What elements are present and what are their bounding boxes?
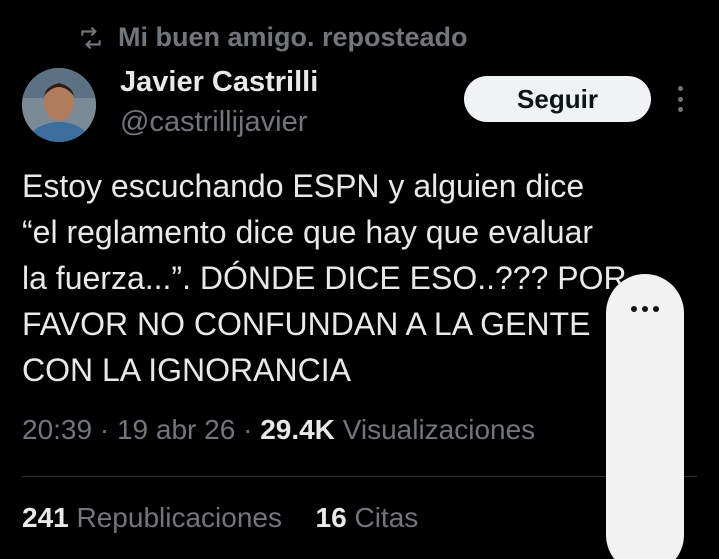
tweet-time[interactable]: 20:39: [22, 414, 92, 445]
floating-menu-panel[interactable]: [606, 274, 684, 559]
more-horizontal-icon[interactable]: [631, 306, 659, 314]
author-name[interactable]: Javier Castrilli: [120, 66, 318, 99]
tweet-detail: Mi buen amigo. reposteado Javier Castril…: [0, 0, 719, 559]
reposts-label: Republicaciones: [76, 502, 282, 533]
tweet-meta: 20:39 · 19 abr 26 · 29.4K Visualizacione…: [22, 414, 536, 445]
quotes-label: Citas: [354, 502, 419, 533]
follow-button[interactable]: Seguir: [464, 76, 651, 122]
more-options-icon[interactable]: [670, 86, 690, 112]
repost-label: Mi buen amigo. reposteado: [118, 22, 468, 52]
tweet-date[interactable]: 19 abr 26: [117, 414, 235, 445]
reposts-count: 241: [22, 502, 69, 533]
avatar[interactable]: [22, 68, 96, 142]
divider: [22, 476, 697, 477]
author-handle[interactable]: @castrillijavier: [120, 106, 307, 139]
views-label: Visualizaciones: [342, 414, 536, 445]
reposts-stat[interactable]: 241 Republicaciones: [22, 502, 282, 533]
views-count: 29.4K: [260, 414, 335, 445]
tweet-stats: 241 Republicaciones 16 Citas: [22, 502, 418, 534]
repost-icon: [81, 26, 101, 49]
quotes-count: 16: [315, 502, 347, 533]
quotes-stat[interactable]: 16 Citas: [316, 502, 419, 533]
repost-indicator[interactable]: Mi buen amigo. reposteado: [78, 22, 468, 53]
